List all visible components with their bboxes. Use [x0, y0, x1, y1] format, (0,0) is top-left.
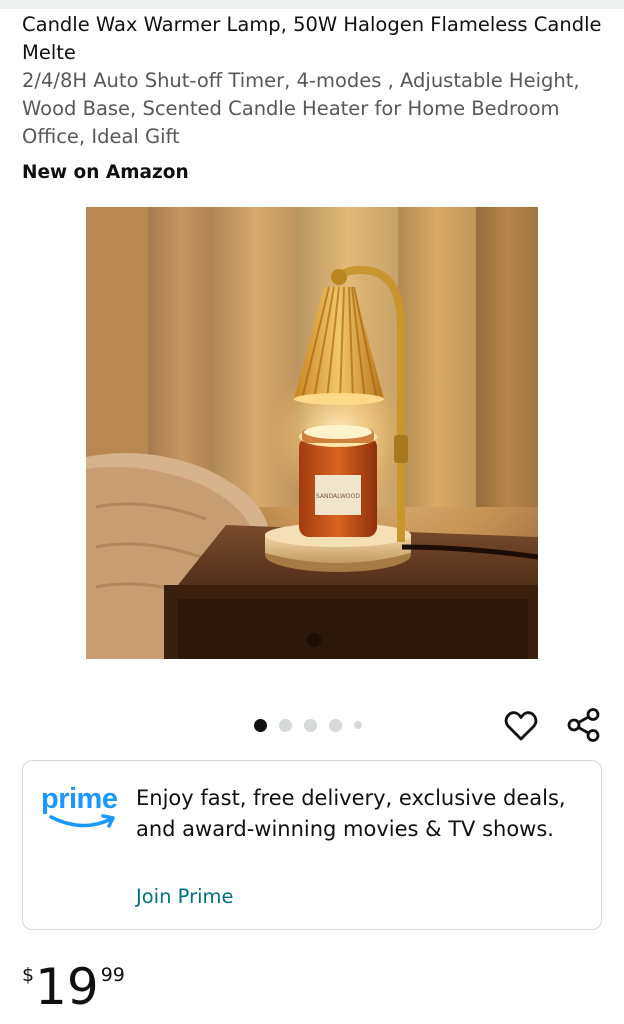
prime-promo-card[interactable]: prime Enjoy fast, free delivery, exclusi… — [22, 760, 602, 930]
wishlist-button[interactable] — [503, 708, 539, 744]
prime-logo: prime — [41, 783, 125, 833]
prime-smile-icon — [49, 814, 115, 828]
top-strip — [0, 0, 624, 9]
product-price: $ 19 99 — [22, 950, 125, 1020]
carousel-dot-1[interactable] — [254, 718, 267, 732]
product-subtitle: 2/4/8H Auto Shut-off Timer, 4-modes , Ad… — [22, 69, 580, 148]
new-on-amazon-badge: New on Amazon — [22, 162, 189, 183]
jar-label: SANDALWOOD — [316, 493, 360, 500]
price-currency-symbol: $ — [22, 964, 35, 986]
carousel-dot-3[interactable] — [304, 718, 317, 732]
price-whole: 19 — [35, 958, 99, 1016]
heart-outline-icon — [504, 711, 538, 741]
product-image[interactable]: SANDALWOOD — [86, 207, 538, 659]
carousel-dot-5[interactable] — [354, 721, 362, 729]
share-button[interactable] — [565, 706, 603, 744]
price-fraction: 99 — [100, 964, 125, 986]
carousel-dot-4[interactable] — [329, 718, 342, 732]
prime-message: Enjoy fast, free delivery, exclusive dea… — [136, 786, 566, 841]
carousel-dot-2[interactable] — [279, 718, 292, 732]
image-carousel-dots[interactable] — [254, 717, 362, 733]
prime-logo-text: prime — [41, 783, 118, 815]
share-icon — [567, 708, 600, 742]
product-title[interactable]: Candle Wax Warmer Lamp, 50W Halogen Flam… — [22, 11, 612, 67]
join-prime-link[interactable]: Join Prime — [136, 885, 234, 908]
